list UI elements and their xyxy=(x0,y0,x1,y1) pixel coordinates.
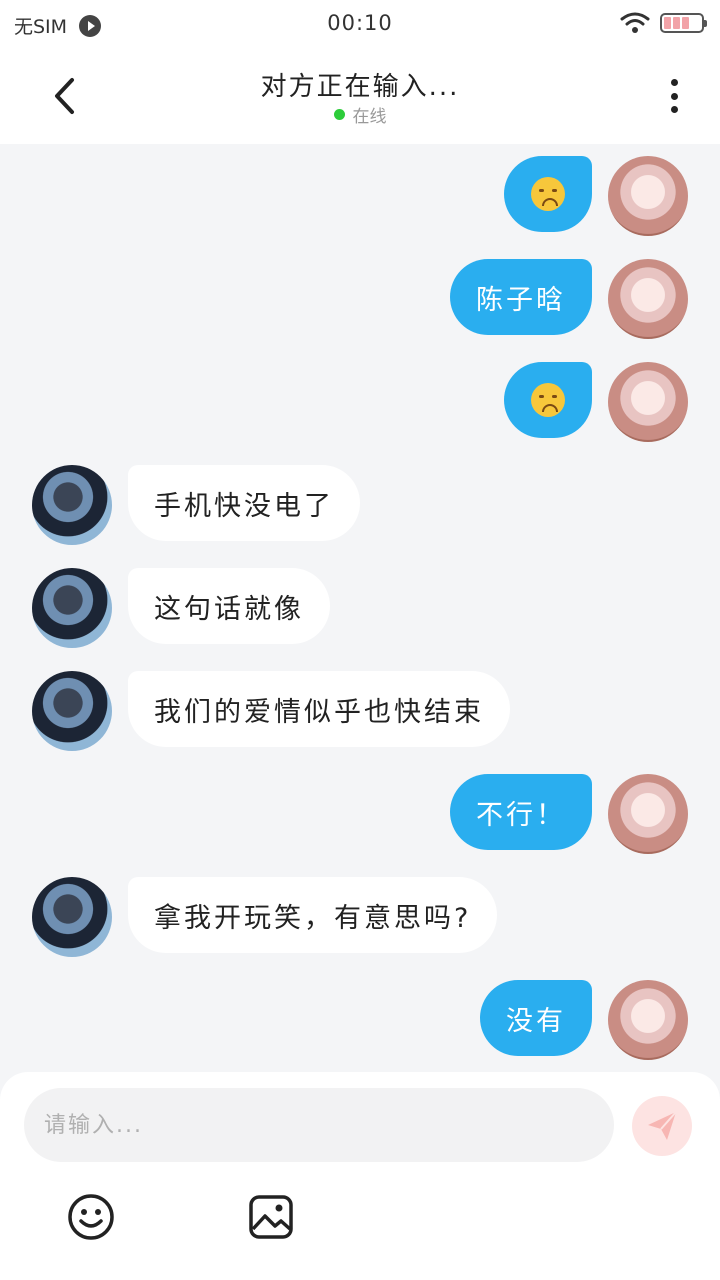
contact-avatar[interactable] xyxy=(32,568,112,648)
image-icon xyxy=(249,1195,293,1239)
my-avatar[interactable] xyxy=(608,774,688,854)
contact-avatar[interactable] xyxy=(32,877,112,957)
message-row: 这句话就像 xyxy=(0,568,720,648)
more-options-button[interactable] xyxy=(658,76,690,116)
send-icon xyxy=(648,1111,677,1140)
contact-avatar[interactable] xyxy=(32,465,112,545)
my-avatar[interactable] xyxy=(608,362,688,442)
message-row: 陈子晗 xyxy=(0,259,720,339)
message-bubble-other[interactable]: 我们的爱情似乎也快结束 xyxy=(128,671,510,747)
message-row: 手机快没电了 xyxy=(0,465,720,545)
emoji-icon xyxy=(68,1194,114,1240)
message-bubble-other[interactable]: 拿我开玩笑，有意思吗? xyxy=(128,877,498,953)
online-dot xyxy=(333,109,345,120)
message-row xyxy=(0,156,720,236)
message-bubble-me[interactable] xyxy=(504,362,592,438)
message-bubble-other[interactable]: 手机快没电了 xyxy=(128,465,360,541)
battery-icon xyxy=(660,13,707,33)
contact-avatar[interactable] xyxy=(32,671,112,751)
online-status: 在线 xyxy=(0,102,720,127)
message-row xyxy=(0,362,720,442)
message-bubble-me[interactable] xyxy=(504,156,592,232)
message-bubble-me[interactable]: 不行！ xyxy=(450,774,592,850)
status-right xyxy=(620,12,707,34)
message-bubble-me[interactable]: 没有 xyxy=(480,980,592,1056)
send-button[interactable] xyxy=(632,1096,692,1156)
message-bubble-me[interactable]: 陈子晗 xyxy=(450,259,592,335)
pensive-face-icon xyxy=(531,383,565,417)
message-row: 拿我开玩笑，有意思吗? xyxy=(0,877,720,957)
message-input[interactable] xyxy=(24,1088,614,1162)
more-vertical-icon xyxy=(670,79,678,86)
message-row: 我们的爱情似乎也快结束 xyxy=(0,671,720,751)
chat-title: 对方正在输入... xyxy=(260,72,460,102)
message-list[interactable]: 陈子晗 手机快没电了 这句话就像 我们的爱情似乎也快结束 不行！ 拿我开玩笑，有… xyxy=(0,144,720,1074)
disappointed-face-icon xyxy=(531,177,565,211)
my-avatar[interactable] xyxy=(608,259,688,339)
image-button[interactable] xyxy=(246,1192,296,1242)
message-row: 没有 xyxy=(0,980,720,1060)
emoji-button[interactable] xyxy=(66,1192,116,1242)
message-bubble-other[interactable]: 这句话就像 xyxy=(128,568,330,644)
my-avatar[interactable] xyxy=(608,156,688,236)
chat-header: 对方正在输入... 在线 xyxy=(0,48,720,144)
wifi-icon xyxy=(620,12,650,33)
message-composer xyxy=(0,1072,720,1280)
message-row: 不行！ xyxy=(0,774,720,854)
online-label: 在线 xyxy=(352,107,387,127)
status-bar: 无SIM 00:10 xyxy=(0,0,720,48)
status-time: 00:10 xyxy=(327,11,393,35)
my-avatar[interactable] xyxy=(608,980,688,1060)
